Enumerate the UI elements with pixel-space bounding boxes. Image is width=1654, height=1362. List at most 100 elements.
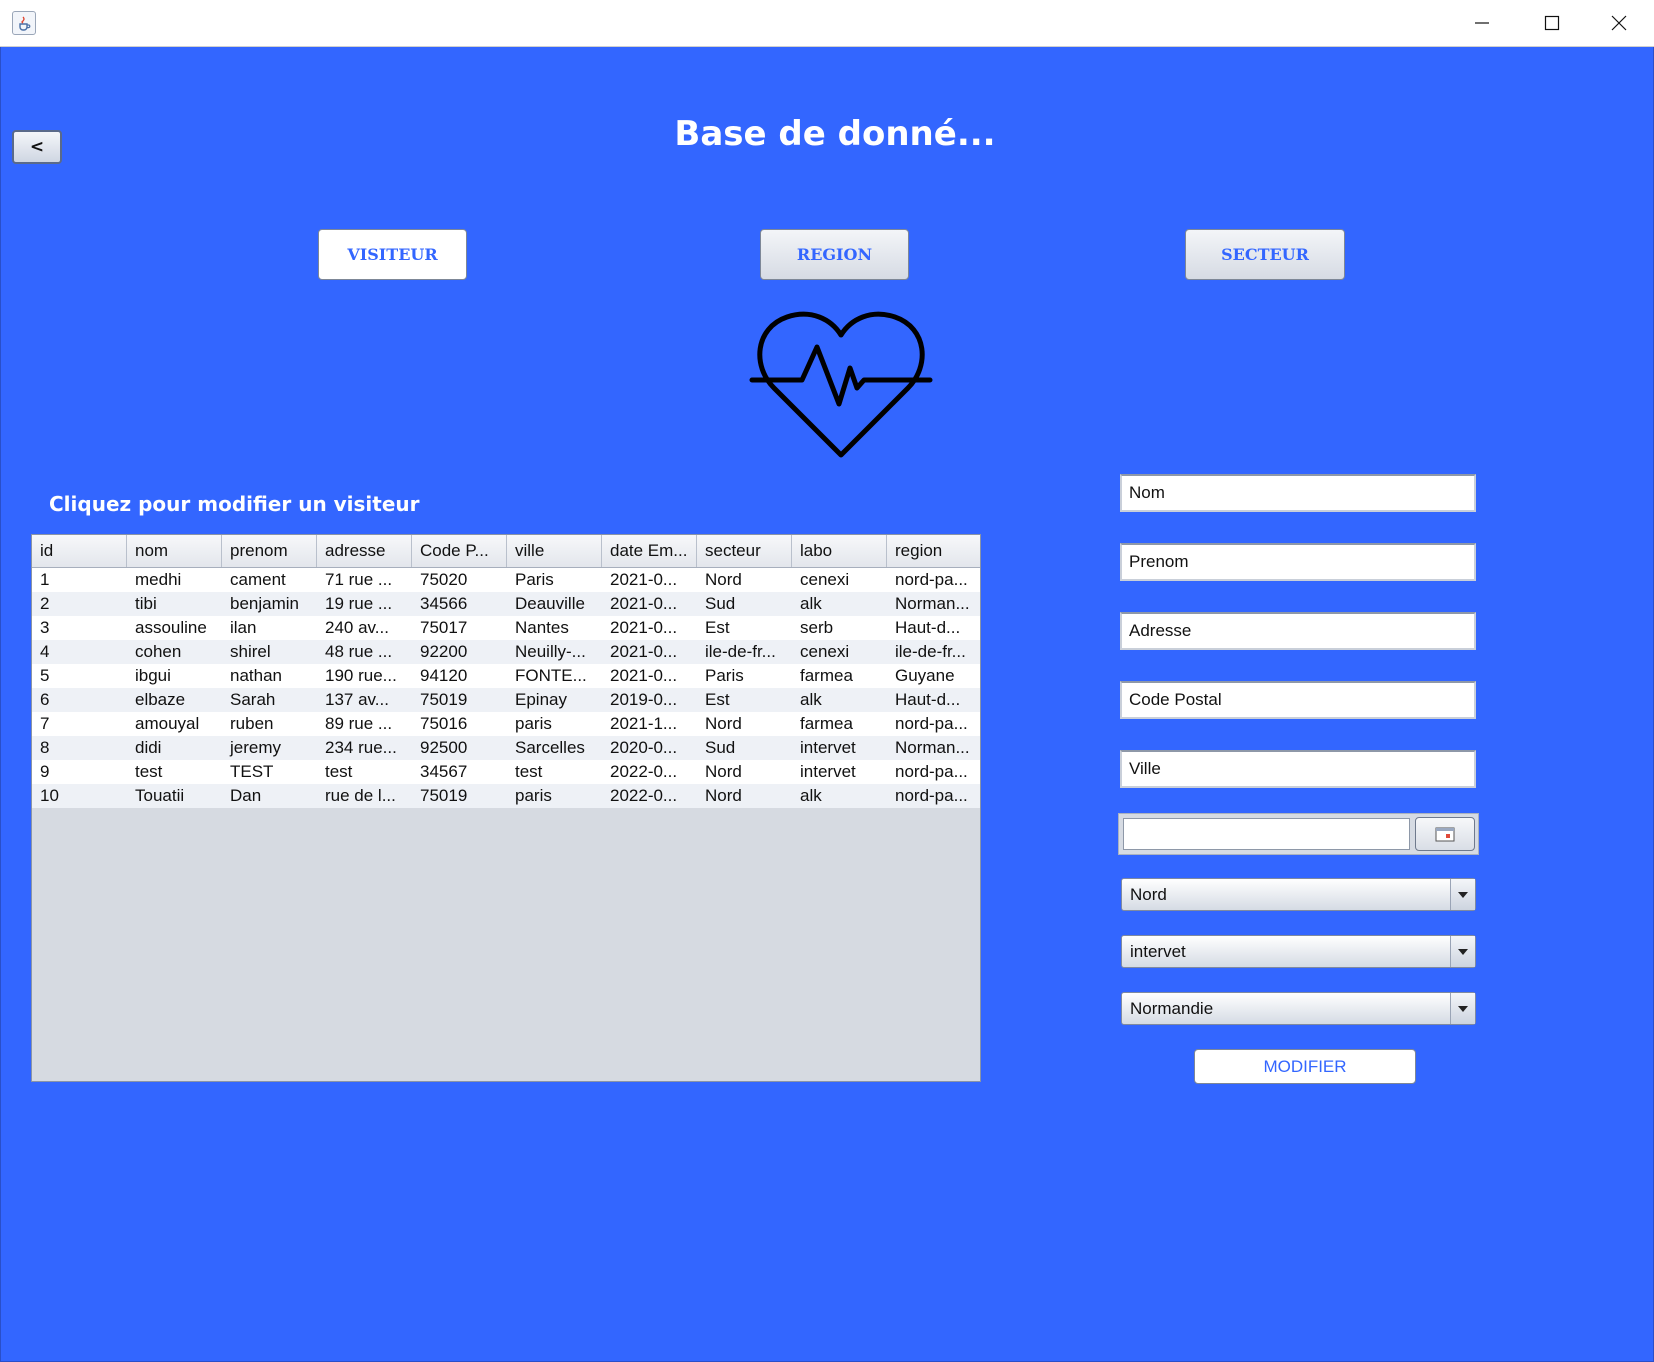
table-cell-secteur: Nord bbox=[705, 762, 742, 781]
visitor-table[interactable]: id nom prenom adresse Code P... ville da… bbox=[31, 534, 981, 1082]
table-row[interactable]: 6 elbaze Sarah 137 av... 75019 Epinay 2019-0..… bbox=[32, 688, 980, 712]
back-button[interactable]: < bbox=[12, 130, 62, 164]
labo-select-value: intervet bbox=[1130, 942, 1186, 961]
column-header-date[interactable]: date Em... bbox=[602, 535, 697, 567]
date-field[interactable] bbox=[1123, 818, 1410, 850]
table-row[interactable]: 2 tibi benjamin 19 rue ... 34566 Deauville 202… bbox=[32, 592, 980, 616]
table-cell-region: nord-pa... bbox=[895, 786, 968, 805]
table-cell-ville: Neuilly-... bbox=[515, 642, 586, 661]
table-cell-labo: alk bbox=[800, 594, 822, 613]
table-row[interactable]: 4 cohen shirel 48 rue ... 92200 Neuilly-... 20… bbox=[32, 640, 980, 664]
table-cell-code-p: 34566 bbox=[420, 594, 468, 613]
adresse-field[interactable]: Adresse bbox=[1120, 612, 1476, 650]
column-header-region[interactable]: region bbox=[887, 535, 980, 567]
code-postal-field[interactable]: Code Postal bbox=[1120, 681, 1476, 719]
table-cell-date-em: 2019-0... bbox=[610, 690, 678, 709]
table-cell-date-em: 2022-0... bbox=[610, 786, 678, 805]
table-cell-secteur: ile-de-fr... bbox=[705, 642, 776, 661]
visiteur-button[interactable]: VISITEUR bbox=[318, 229, 467, 280]
modifier-button[interactable]: MODIFIER bbox=[1194, 1049, 1416, 1084]
minimize-button[interactable] bbox=[1447, 0, 1517, 46]
ville-field[interactable]: Ville bbox=[1120, 750, 1476, 788]
nom-field[interactable]: Nom bbox=[1120, 474, 1476, 512]
table-cell-id: 8 bbox=[40, 738, 50, 757]
column-header-prenom[interactable]: prenom bbox=[222, 535, 317, 567]
table-cell-ville: Epinay bbox=[515, 690, 567, 709]
table-cell-id: 5 bbox=[40, 666, 50, 685]
table-cell-prenom: benjamin bbox=[230, 594, 299, 613]
table-cell-date-em: 2021-0... bbox=[610, 594, 678, 613]
table-cell-region: Haut-d... bbox=[895, 690, 961, 709]
table-cell-secteur: Est bbox=[705, 690, 730, 709]
table-cell-adresse: 71 rue ... bbox=[325, 570, 393, 589]
table-cell-date-em: 2022-0... bbox=[610, 762, 678, 781]
table-cell-ville: paris bbox=[515, 786, 552, 805]
close-button[interactable] bbox=[1584, 0, 1654, 46]
table-cell-prenom: ilan bbox=[230, 618, 257, 637]
calendar-icon bbox=[1435, 827, 1455, 842]
region-button[interactable]: REGION bbox=[760, 229, 909, 280]
table-cell-labo: alk bbox=[800, 786, 822, 805]
table-cell-id: 7 bbox=[40, 714, 50, 733]
secteur-select[interactable]: Nord bbox=[1121, 878, 1476, 911]
table-row[interactable]: 8 didi jeremy 234 rue... 92500 Sarcelles 2020-… bbox=[32, 736, 980, 760]
table-cell-labo: cenexi bbox=[800, 570, 850, 589]
table-cell-secteur: Est bbox=[705, 618, 730, 637]
table-cell-adresse: 240 av... bbox=[325, 618, 389, 637]
chevron-down-icon[interactable] bbox=[1450, 993, 1475, 1024]
maximize-icon bbox=[1544, 15, 1560, 31]
table-cell-labo: farmea bbox=[800, 714, 853, 733]
table-cell-nom: medhi bbox=[135, 570, 182, 589]
heart-pulse-icon bbox=[749, 311, 933, 458]
table-header: id nom prenom adresse Code P... ville da… bbox=[32, 535, 980, 568]
maximize-button[interactable] bbox=[1517, 0, 1587, 46]
table-cell-ville: Paris bbox=[515, 570, 554, 589]
table-row[interactable]: 3 assouline ilan 240 av... 75017 Nantes 2021-0… bbox=[32, 616, 980, 640]
column-header-labo[interactable]: labo bbox=[792, 535, 887, 567]
table-caption: Cliquez pour modifier un visiteur bbox=[49, 492, 420, 516]
column-header-nom[interactable]: nom bbox=[127, 535, 222, 567]
labo-select[interactable]: intervet bbox=[1121, 935, 1476, 968]
table-cell-date-em: 2021-0... bbox=[610, 642, 678, 661]
table-cell-ville: paris bbox=[515, 714, 552, 733]
column-header-adresse[interactable]: adresse bbox=[317, 535, 412, 567]
table-row[interactable]: 9 test TEST test 34567 test 2022-0... Nord inter… bbox=[32, 760, 980, 784]
table-row[interactable]: 5 ibgui nathan 190 rue... 94120 FONTE... 2021-… bbox=[32, 664, 980, 688]
table-row[interactable]: 7 amouyal ruben 89 rue ... 75016 paris 2021-1.… bbox=[32, 712, 980, 736]
table-row[interactable]: 10 Touatii Dan rue de l... 75019 paris 2022-0.… bbox=[32, 784, 980, 808]
column-header-secteur[interactable]: secteur bbox=[697, 535, 792, 567]
column-header-ville[interactable]: ville bbox=[507, 535, 602, 567]
chevron-down-icon[interactable] bbox=[1450, 879, 1475, 910]
prenom-field[interactable]: Prenom bbox=[1120, 543, 1476, 581]
table-cell-adresse: 234 rue... bbox=[325, 738, 397, 757]
region-select[interactable]: Normandie bbox=[1121, 992, 1476, 1025]
table-cell-adresse: 137 av... bbox=[325, 690, 389, 709]
table-cell-adresse: 190 rue... bbox=[325, 666, 397, 685]
close-icon bbox=[1611, 15, 1627, 31]
table-cell-labo: cenexi bbox=[800, 642, 850, 661]
table-cell-code-p: 75019 bbox=[420, 786, 468, 805]
table-cell-labo: serb bbox=[800, 618, 834, 637]
date-picker-button[interactable] bbox=[1415, 817, 1475, 851]
java-cup-icon bbox=[12, 11, 36, 35]
table-cell-ville: Deauville bbox=[515, 594, 585, 613]
table-row[interactable]: 1 medhi cament 71 rue ... 75020 Paris 2021-0..… bbox=[32, 568, 980, 592]
table-cell-code-p: 34567 bbox=[420, 762, 468, 781]
table-cell-code-p: 92500 bbox=[420, 738, 468, 757]
table-cell-prenom: shirel bbox=[230, 642, 271, 661]
table-cell-ville: FONTE... bbox=[515, 666, 587, 685]
table-cell-region: Norman... bbox=[895, 594, 970, 613]
chevron-down-icon[interactable] bbox=[1450, 936, 1475, 967]
column-header-code-postal[interactable]: Code P... bbox=[412, 535, 507, 567]
table-cell-ville: Nantes bbox=[515, 618, 569, 637]
table-cell-secteur: Nord bbox=[705, 714, 742, 733]
page-title: Base de donné... bbox=[674, 114, 996, 154]
table-cell-labo: farmea bbox=[800, 666, 853, 685]
secteur-button[interactable]: SECTEUR bbox=[1185, 229, 1345, 280]
column-header-id[interactable]: id bbox=[32, 535, 127, 567]
table-cell-id: 9 bbox=[40, 762, 50, 781]
table-cell-adresse: rue de l... bbox=[325, 786, 396, 805]
table-cell-secteur: Nord bbox=[705, 786, 742, 805]
table-cell-nom: elbaze bbox=[135, 690, 186, 709]
table-cell-secteur: Sud bbox=[705, 594, 736, 613]
